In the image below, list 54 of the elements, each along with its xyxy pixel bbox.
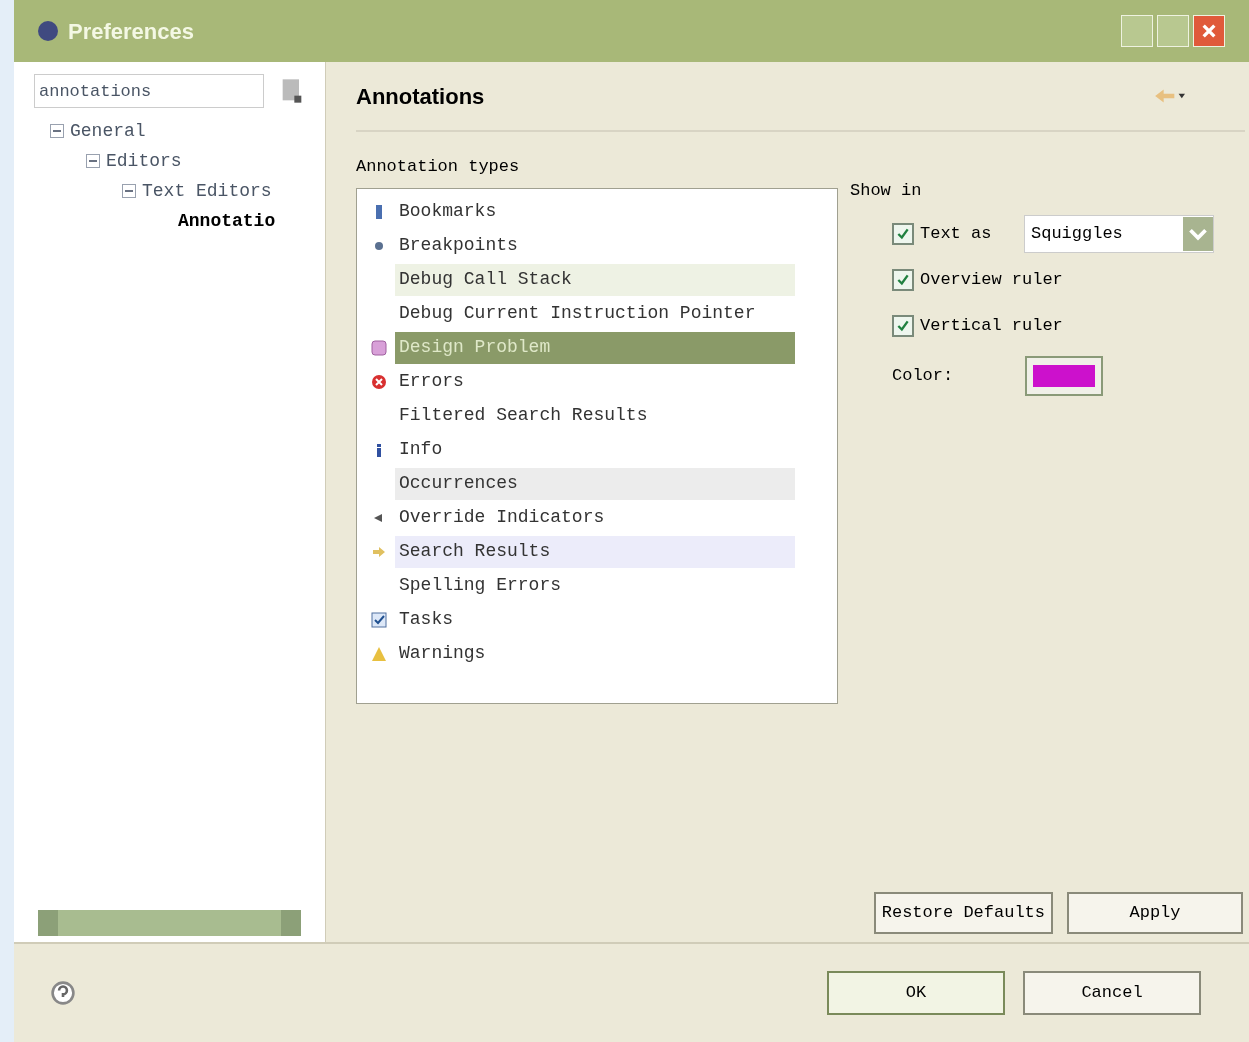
apply-button[interactable]: Apply xyxy=(1067,892,1243,934)
list-item[interactable]: Debug Call Stack xyxy=(395,263,795,296)
list-item[interactable]: Occurrences xyxy=(395,467,795,500)
close-button[interactable] xyxy=(1193,15,1225,47)
problem-icon xyxy=(371,339,387,356)
filter-field[interactable]: annotations xyxy=(34,74,264,108)
horizontal-scrollbar[interactable] xyxy=(38,910,301,936)
warning-icon xyxy=(371,645,387,662)
list-item[interactable]: Override Indicators xyxy=(395,501,795,534)
collapse-icon[interactable] xyxy=(86,154,100,168)
clear-icon[interactable] xyxy=(280,77,304,105)
list-item[interactable]: Breakpoints xyxy=(395,229,795,262)
checkbox[interactable] xyxy=(892,314,914,337)
help-icon[interactable] xyxy=(50,980,76,1006)
list-item[interactable]: Debug Current Instruction Pointer xyxy=(395,297,795,330)
cancel-button[interactable]: Cancel xyxy=(1023,971,1201,1015)
color-label: Color: xyxy=(892,364,954,387)
ok-button[interactable]: OK xyxy=(827,971,1005,1015)
task-icon xyxy=(371,611,387,628)
color-button[interactable] xyxy=(1025,355,1104,396)
list-item[interactable]: Warnings xyxy=(395,637,795,670)
tree-item[interactable]: Editors xyxy=(106,147,182,175)
checkmark-icon xyxy=(896,226,910,241)
restore-defaults-button[interactable]: Restore Defaults xyxy=(873,892,1053,934)
page-title: Annotations xyxy=(356,82,485,111)
list-item[interactable]: Filtered Search Results xyxy=(395,399,795,432)
collapse-icon[interactable] xyxy=(50,124,64,138)
tree-item[interactable]: Text Editors xyxy=(142,177,272,205)
list-item[interactable]: Spelling Errors xyxy=(395,569,795,602)
list-item[interactable]: Bookmarks xyxy=(395,195,795,228)
section-label: Show in xyxy=(850,180,923,202)
tree-item[interactable]: General xyxy=(70,117,146,145)
close-icon xyxy=(1201,23,1217,39)
dropdown-value: Squiggles xyxy=(1030,222,1124,245)
checkbox[interactable] xyxy=(892,268,914,291)
error-icon xyxy=(371,373,387,390)
back-arrow-icon[interactable] xyxy=(1153,87,1185,105)
checkbox-label: Overview ruler xyxy=(920,268,1063,291)
checkbox[interactable] xyxy=(892,222,914,245)
checkbox-label: Vertical ruler xyxy=(920,314,1063,337)
collapse-icon[interactable] xyxy=(122,184,136,198)
list-item[interactable]: Errors xyxy=(395,365,795,398)
checkmark-icon xyxy=(896,272,910,287)
dropdown[interactable]: Squiggles xyxy=(1024,214,1214,253)
app-icon xyxy=(38,21,58,41)
list-item[interactable]: Search Results xyxy=(395,535,795,568)
checkbox-label: Text as xyxy=(920,222,993,245)
tree-item[interactable]: Annotatio xyxy=(178,207,276,235)
chevron-down-icon xyxy=(1183,216,1213,251)
list-item[interactable]: Tasks xyxy=(395,603,795,636)
section-label: Annotation types xyxy=(356,156,521,178)
window-title: Preferences xyxy=(68,17,194,46)
checkmark-icon xyxy=(896,318,910,333)
list-item[interactable]: Info xyxy=(395,433,795,466)
